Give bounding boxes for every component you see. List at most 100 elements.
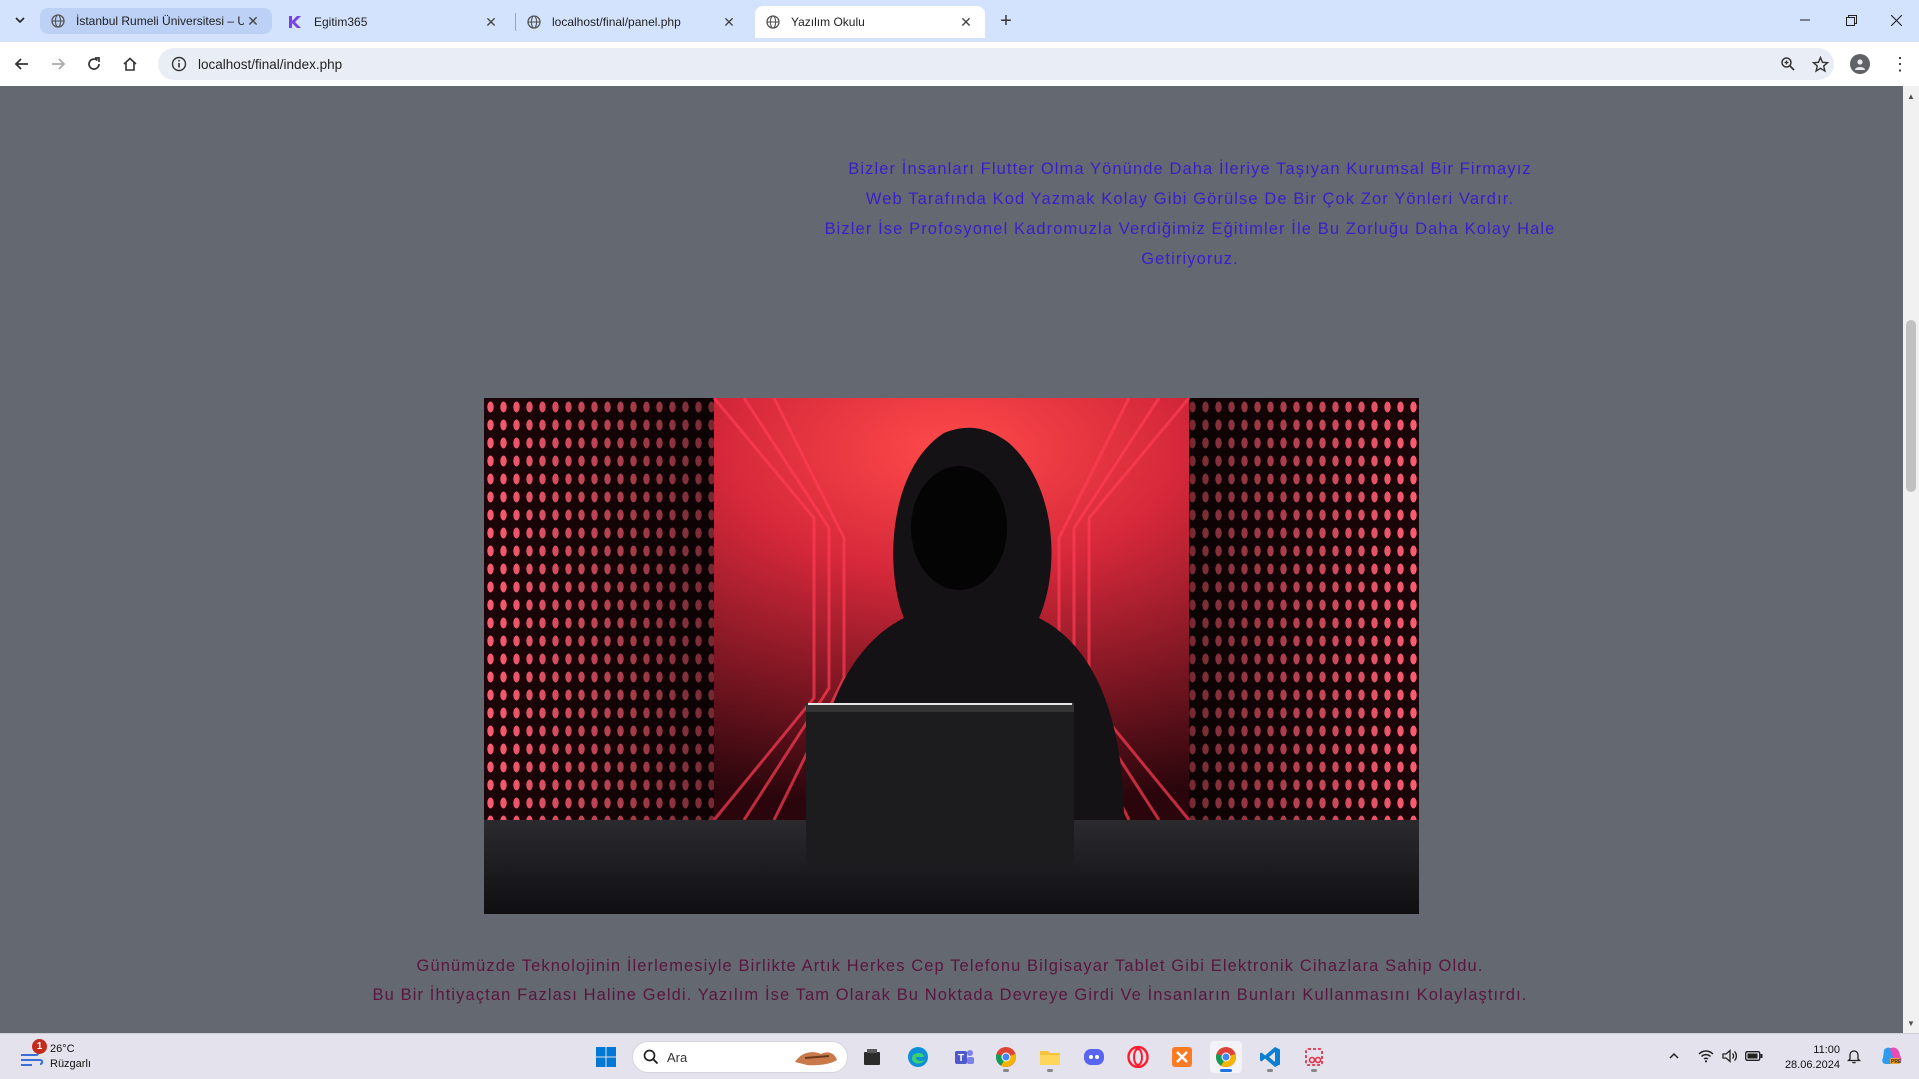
intro-line: Bizler İnsanları Flutter Olma Yönünde Da… bbox=[848, 160, 1532, 178]
tray-overflow-chevron-icon[interactable] bbox=[1664, 1046, 1684, 1066]
tab-rumeli[interactable]: İstanbul Rumeli Üniversitesi – U ✕ bbox=[40, 8, 272, 34]
tab-yazilim-okulu[interactable]: Yazılım Okulu ✕ bbox=[755, 6, 985, 38]
forward-button[interactable] bbox=[44, 50, 72, 78]
tab-title: localhost/final/panel.php bbox=[552, 15, 681, 29]
url-text: localhost/final/index.php bbox=[198, 56, 343, 72]
globe-icon bbox=[765, 14, 781, 30]
profile-avatar[interactable] bbox=[1850, 54, 1870, 74]
edge-icon bbox=[908, 1047, 928, 1067]
taskbar-app-xampp[interactable] bbox=[1166, 1041, 1198, 1073]
intro-line: Web Tarafında Kod Yazmak Kolay Gibi Görü… bbox=[865, 190, 1515, 208]
taskbar-app-edge[interactable] bbox=[902, 1041, 934, 1073]
restore-button[interactable] bbox=[1828, 0, 1874, 40]
back-button[interactable] bbox=[8, 50, 36, 78]
snipping-tool-icon bbox=[1305, 1048, 1323, 1066]
close-icon[interactable]: ✕ bbox=[244, 12, 262, 30]
tab-strip: İstanbul Rumeli Üniversitesi – U ✕ Egiti… bbox=[0, 0, 1919, 42]
plus-icon: + bbox=[1000, 9, 1012, 32]
windows-taskbar: 1 26°C Rüzgarlı Ara T 11:00 28.06.2024 P… bbox=[0, 1033, 1919, 1079]
home-button[interactable] bbox=[116, 50, 144, 78]
home-icon bbox=[123, 57, 137, 71]
clock-date: 28.06.2024 bbox=[1784, 1059, 1840, 1071]
egitim365-logo-icon bbox=[288, 14, 304, 30]
svg-text:PRE: PRE bbox=[1891, 1059, 1902, 1065]
restore-icon bbox=[1845, 14, 1857, 26]
system-clock[interactable]: 11:00 28.06.2024 bbox=[1770, 1043, 1840, 1073]
arrow-right-icon bbox=[52, 58, 66, 70]
weather-temperature: 26°C bbox=[50, 1043, 75, 1055]
running-indicator bbox=[1220, 1069, 1232, 1072]
start-button[interactable] bbox=[590, 1041, 622, 1073]
search-placeholder: Ara bbox=[667, 1049, 688, 1065]
outro-line: Bu Bir İhtiyaçtan Fazlası Haline Geldi. … bbox=[372, 986, 1528, 1004]
chevron-down-icon bbox=[15, 17, 25, 24]
wifi-icon[interactable] bbox=[1696, 1046, 1716, 1066]
vscode-icon bbox=[1260, 1047, 1280, 1067]
bookmark-star-icon[interactable] bbox=[1806, 48, 1834, 80]
taskbar-app-discord[interactable] bbox=[1078, 1041, 1110, 1073]
taskbar-app-chrome-active[interactable] bbox=[1210, 1041, 1242, 1073]
browser-menu-button[interactable]: ⋮ bbox=[1890, 52, 1910, 76]
discord-icon bbox=[1084, 1049, 1104, 1065]
running-indicator bbox=[1003, 1069, 1009, 1072]
scrollbar-thumb[interactable] bbox=[1906, 320, 1916, 492]
hero-hacker-image bbox=[484, 398, 1419, 914]
page-viewport: Bizler İnsanları Flutter Olma Yönünde Da… bbox=[0, 86, 1903, 1033]
battery-icon[interactable] bbox=[1744, 1046, 1764, 1066]
new-tab-button[interactable]: + bbox=[994, 9, 1018, 33]
clock-time: 11:00 bbox=[1813, 1044, 1840, 1056]
minimize-button[interactable] bbox=[1782, 0, 1828, 40]
intro-line: Bizler İse Profosyonel Kadromuzla Verdiğ… bbox=[824, 220, 1556, 268]
taskbar-app-explorer[interactable] bbox=[1034, 1041, 1066, 1073]
search-icon bbox=[643, 1049, 659, 1065]
taskbar-search-box[interactable]: Ara bbox=[632, 1041, 848, 1073]
outro-line: Günümüzde Teknolojinin İlerlemesiyle Bir… bbox=[416, 957, 1484, 975]
address-bar[interactable]: localhost/final/index.php bbox=[158, 48, 1834, 80]
page-scrollbar[interactable]: ▲ ▼ bbox=[1903, 86, 1919, 1033]
windows-start-icon bbox=[596, 1047, 616, 1067]
hooded-hacker-illustration bbox=[484, 398, 1419, 914]
opera-icon bbox=[1127, 1046, 1149, 1068]
taskbar-app-chrome[interactable] bbox=[990, 1041, 1022, 1073]
minimize-icon bbox=[1800, 19, 1810, 21]
globe-icon bbox=[50, 13, 66, 29]
outro-text-block: Günümüzde Teknolojinin İlerlemesiyle Bir… bbox=[300, 952, 1600, 1010]
taskbar-app-opera[interactable] bbox=[1122, 1041, 1154, 1073]
tab-search-button[interactable] bbox=[8, 8, 32, 32]
taskbar-app-vscode[interactable] bbox=[1254, 1041, 1286, 1073]
close-icon[interactable]: ✕ bbox=[482, 13, 500, 31]
taskbar-app-snipping[interactable] bbox=[1298, 1041, 1330, 1073]
taskbar-app-files[interactable] bbox=[856, 1041, 888, 1073]
running-indicator bbox=[1311, 1069, 1317, 1072]
close-icon[interactable]: ✕ bbox=[720, 13, 738, 31]
intro-text-block: Bizler İnsanları Flutter Olma Yönünde Da… bbox=[820, 154, 1560, 274]
taskbar-app-teams[interactable]: T bbox=[948, 1041, 980, 1073]
scroll-down-arrow[interactable]: ▼ bbox=[1903, 1015, 1919, 1031]
xampp-icon bbox=[1172, 1047, 1192, 1067]
tab-title: Egitim365 bbox=[314, 15, 368, 29]
close-window-button[interactable] bbox=[1873, 0, 1919, 40]
close-icon[interactable]: ✕ bbox=[957, 13, 975, 31]
tab-title: Yazılım Okulu bbox=[791, 15, 865, 29]
copilot-icon[interactable]: PRE bbox=[1878, 1046, 1904, 1066]
avatar-icon bbox=[1855, 59, 1865, 70]
globe-icon bbox=[526, 14, 542, 30]
zoom-icon[interactable] bbox=[1774, 48, 1802, 80]
tab-panel[interactable]: localhost/final/panel.php ✕ bbox=[516, 6, 748, 38]
browser-toolbar: localhost/final/index.php ⋮ bbox=[0, 42, 1919, 86]
running-indicator bbox=[1267, 1069, 1273, 1072]
volume-icon[interactable] bbox=[1720, 1046, 1740, 1066]
close-icon bbox=[1890, 14, 1902, 26]
file-explorer-icon bbox=[1040, 1051, 1060, 1065]
wind-icon: 1 bbox=[18, 1039, 47, 1071]
weather-widget[interactable]: 1 26°C Rüzgarlı bbox=[18, 1039, 91, 1072]
arrow-left-icon bbox=[14, 58, 28, 70]
chrome-icon bbox=[996, 1047, 1016, 1067]
search-highlight-icon bbox=[795, 1052, 837, 1066]
reload-button[interactable] bbox=[80, 50, 108, 78]
site-info-icon[interactable] bbox=[164, 56, 194, 72]
scroll-up-arrow[interactable]: ▲ bbox=[1903, 88, 1919, 104]
running-indicator bbox=[1047, 1069, 1053, 1072]
notification-bell-icon[interactable] bbox=[1844, 1046, 1864, 1066]
tab-egitim365[interactable]: Egitim365 ✕ bbox=[278, 6, 510, 38]
